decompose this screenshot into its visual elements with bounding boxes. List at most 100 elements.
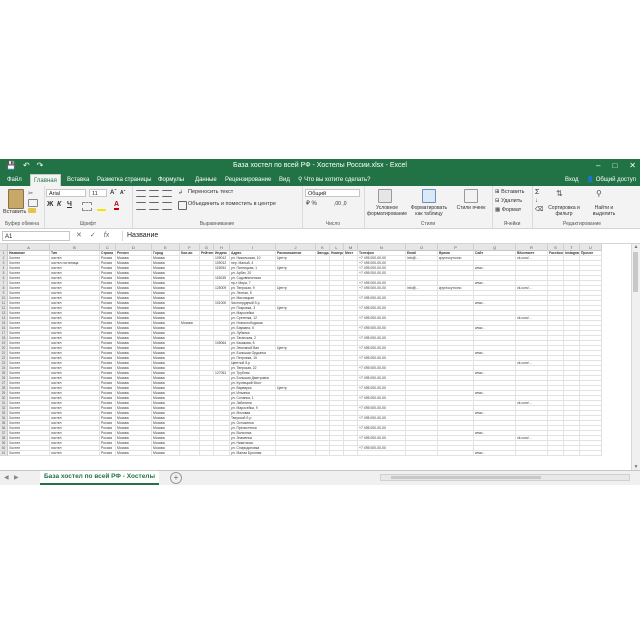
signin-link[interactable]: Вход	[565, 174, 579, 186]
increase-font-icon[interactable]: Aˆ	[110, 189, 116, 197]
wrap-text-button[interactable]: Переносить текст	[188, 189, 233, 196]
cell[interactable]	[438, 451, 474, 456]
underline-button[interactable]: Ч	[67, 201, 72, 209]
column-header[interactable]: F	[180, 244, 200, 251]
tab-review[interactable]: Рецензирование	[222, 174, 274, 186]
name-box[interactable]: A1	[2, 231, 70, 241]
column-header[interactable]: H	[214, 244, 230, 251]
cell[interactable]	[548, 451, 564, 456]
column-header[interactable]: M	[344, 244, 358, 251]
column-header[interactable]: P	[438, 244, 474, 251]
currency-icon[interactable]: ₽ %	[306, 201, 317, 208]
align-bottom-icon[interactable]	[162, 190, 172, 197]
column-header[interactable]: N	[358, 244, 406, 251]
format-as-table-button[interactable]: Форматировать как таблицу	[408, 205, 450, 217]
font-size-select[interactable]: 11	[89, 189, 107, 197]
decimal-icon[interactable]: ,00 ,0	[334, 201, 347, 208]
cell[interactable]	[580, 451, 602, 456]
font-color-icon[interactable]: A	[114, 201, 120, 210]
column-header[interactable]: A	[8, 244, 50, 251]
find-select-button[interactable]: Найти и выделить	[584, 205, 624, 217]
paste-icon[interactable]	[8, 189, 24, 209]
cell[interactable]: ул. Малая Бронная	[230, 451, 276, 456]
align-center-icon[interactable]	[149, 202, 159, 210]
column-header[interactable]: Q	[474, 244, 516, 251]
cell[interactable]	[276, 451, 316, 456]
autosum-icon[interactable]: Σ	[535, 189, 539, 196]
paste-button[interactable]: Вставить	[3, 209, 26, 216]
cell[interactable]	[316, 451, 330, 456]
cell[interactable]: хостел	[50, 451, 100, 456]
column-header[interactable]: O	[406, 244, 438, 251]
row-header[interactable]: 41	[0, 451, 8, 456]
prev-sheet-icon[interactable]: ◀	[4, 473, 9, 483]
hscroll-thumb[interactable]	[391, 476, 541, 479]
column-header[interactable]: S	[548, 244, 564, 251]
cell[interactable]	[180, 451, 200, 456]
cell-styles-button[interactable]: Стили ячеек	[452, 205, 490, 211]
cancel-icon[interactable]: ✕	[76, 231, 82, 241]
cell[interactable]: Москва	[152, 451, 180, 456]
cell[interactable]: Хостел	[8, 451, 50, 456]
sheet-tab-hostels[interactable]: База хостел по всей РФ - Хостелы	[40, 471, 159, 485]
column-header[interactable]: C	[100, 244, 116, 251]
scroll-thumb[interactable]	[633, 252, 638, 292]
close-icon[interactable]: ✕	[629, 159, 636, 173]
delete-cells-button[interactable]: ⊟ Удалить	[495, 198, 522, 205]
cell[interactable]	[330, 451, 344, 456]
cell[interactable]	[358, 451, 406, 456]
next-sheet-icon[interactable]: ▶	[14, 473, 19, 483]
cell[interactable]: Россия	[100, 451, 116, 456]
decrease-font-icon[interactable]: Aˇ	[120, 189, 125, 197]
tab-file[interactable]: Файл	[4, 174, 25, 186]
worksheet-grid[interactable]: ABCDEFGHIJKLMNOPQRSTU 1 Название Тип Страна…	[0, 244, 632, 470]
tell-me-search[interactable]: ⚲ Что вы хотите сделать?	[298, 174, 370, 186]
format-cells-button[interactable]: ▦ Формат	[495, 207, 521, 214]
cell[interactable]	[214, 451, 230, 456]
tab-page-layout[interactable]: Разметка страницы	[94, 174, 154, 186]
share-button[interactable]: 👤 Общий доступ	[587, 174, 636, 186]
column-header[interactable]: G	[200, 244, 214, 251]
enter-icon[interactable]: ✓	[90, 231, 96, 241]
font-name-select[interactable]: Arial	[46, 189, 86, 197]
formula-input[interactable]: Название	[122, 231, 632, 241]
horizontal-scrollbar[interactable]	[380, 474, 630, 481]
cut-icon[interactable]: ✂	[28, 190, 37, 197]
column-header[interactable]: U	[580, 244, 602, 251]
cell[interactable]	[564, 451, 580, 456]
copy-icon[interactable]	[28, 199, 38, 207]
column-header[interactable]: D	[116, 244, 152, 251]
merge-center-button[interactable]: Объединить и поместить в центре	[188, 201, 276, 208]
clear-icon[interactable]: ⌫	[535, 207, 543, 214]
add-sheet-icon[interactable]: +	[170, 472, 182, 484]
minimize-icon[interactable]: –	[596, 159, 600, 173]
align-left-icon[interactable]	[136, 202, 146, 210]
column-header[interactable]: E	[152, 244, 180, 251]
align-right-icon[interactable]	[162, 202, 172, 210]
tab-view[interactable]: Вид	[276, 174, 293, 186]
tab-data[interactable]: Данные	[192, 174, 220, 186]
borders-icon[interactable]	[82, 202, 92, 211]
insert-cells-button[interactable]: ⊞ Вставить	[495, 189, 524, 196]
conditional-format-button[interactable]: Условное форматирование	[366, 205, 408, 217]
tab-insert[interactable]: Вставка	[64, 174, 92, 186]
cell[interactable]	[516, 451, 548, 456]
fill-icon[interactable]: ↓	[535, 198, 538, 205]
cell[interactable]	[200, 451, 214, 456]
bold-button[interactable]: Ж	[47, 201, 53, 209]
column-header[interactable]: I	[230, 244, 276, 251]
select-all-corner[interactable]	[0, 244, 8, 251]
cell[interactable]	[406, 451, 438, 456]
italic-button[interactable]: К	[57, 201, 61, 209]
maximize-icon[interactable]: □	[612, 159, 617, 173]
sort-filter-button[interactable]: Сортировка и фильтр	[546, 205, 582, 217]
column-header[interactable]: B	[50, 244, 100, 251]
column-header[interactable]: T	[564, 244, 580, 251]
column-header[interactable]: J	[276, 244, 316, 251]
column-header[interactable]: K	[316, 244, 330, 251]
scroll-up-icon[interactable]: ▲	[632, 244, 640, 250]
column-header[interactable]: L	[330, 244, 344, 251]
column-header[interactable]: R	[516, 244, 548, 251]
align-middle-icon[interactable]	[149, 190, 159, 197]
vertical-scrollbar[interactable]: ▲ ▼	[631, 244, 640, 470]
